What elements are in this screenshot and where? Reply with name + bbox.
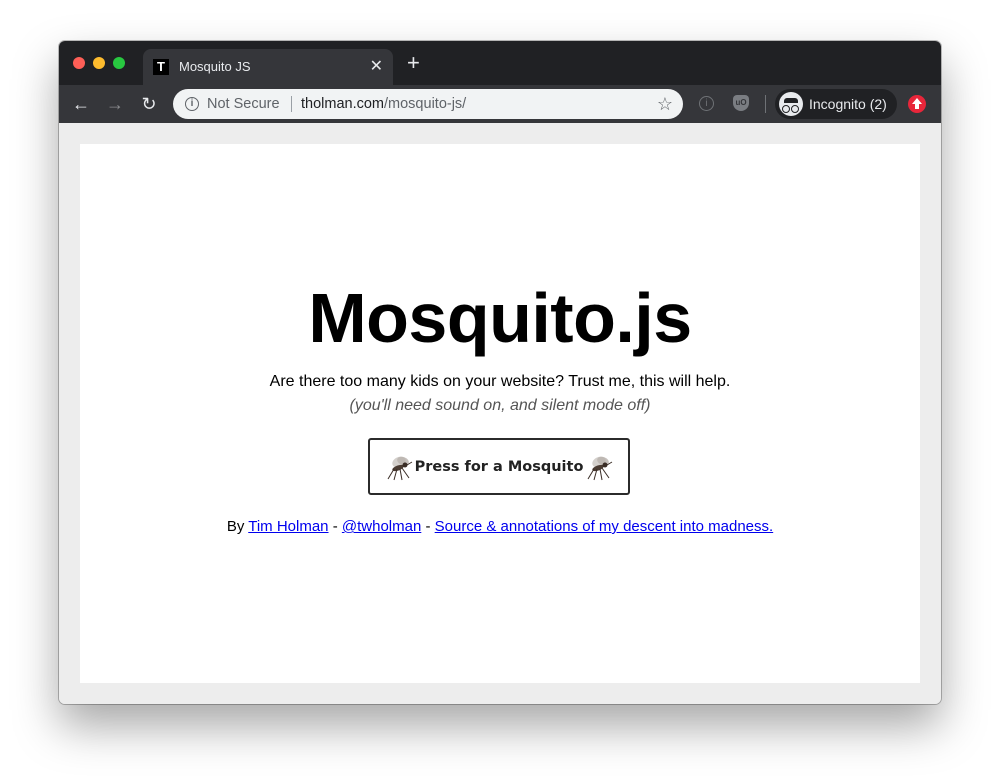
close-tab-icon[interactable]: ✕: [370, 56, 383, 76]
browser-window: T Mosquito JS ✕ + ← → ↻ i Not Secure tho…: [59, 41, 941, 704]
tagline: Are there too many kids on your website?…: [269, 373, 731, 390]
incognito-icon: [779, 92, 803, 116]
security-status[interactable]: Not Secure: [207, 96, 280, 112]
bookmark-star-icon[interactable]: ☆: [657, 94, 673, 115]
subtagline: (you'll need sound on, and silent mode o…: [349, 397, 651, 414]
viewport: Mosquito.js Are there too many kids on y…: [59, 123, 941, 704]
browser-toolbar: ← → ↻ i Not Secure tholman.com/mosquito-…: [59, 85, 941, 123]
reload-button[interactable]: ↻: [139, 94, 159, 114]
forward-button[interactable]: →: [105, 94, 125, 114]
byline-separator: -: [425, 518, 431, 535]
byline-prefix: By: [226, 518, 245, 535]
mosquito-icon: [587, 456, 613, 481]
new-tab-button[interactable]: +: [407, 52, 420, 74]
source-link[interactable]: Source & annotations of my descent into …: [435, 518, 774, 535]
incognito-profile-button[interactable]: Incognito (2): [775, 89, 897, 119]
url-text[interactable]: tholman.com/mosquito-js/: [301, 96, 466, 112]
toolbar-divider: [765, 95, 766, 113]
update-arrow-icon[interactable]: [908, 95, 926, 113]
incognito-label: Incognito (2): [809, 96, 887, 112]
info-icon[interactable]: i: [185, 97, 199, 111]
twitter-handle-link[interactable]: @twholman: [342, 518, 421, 535]
extension-info-icon[interactable]: i: [699, 96, 714, 111]
tab-title: Mosquito JS: [179, 59, 251, 74]
maximize-window-button[interactable]: [113, 57, 125, 69]
ublock-shield-icon[interactable]: uO: [733, 95, 749, 111]
byline-separator: -: [332, 518, 338, 535]
tab-strip: T Mosquito JS ✕ +: [59, 41, 941, 85]
minimize-window-button[interactable]: [93, 57, 105, 69]
url-path: /mosquito-js/: [384, 96, 467, 112]
page-title: Mosquito.js: [308, 279, 692, 357]
author-link[interactable]: Tim Holman: [248, 518, 328, 535]
favicon-icon: T: [153, 59, 169, 75]
mosquito-button[interactable]: Press for a Mosquito: [368, 438, 630, 495]
page-body: Mosquito.js Are there too many kids on y…: [80, 144, 920, 683]
byline: By Tim Holman - @twholman - Source & ann…: [80, 518, 920, 535]
back-button[interactable]: ←: [71, 94, 91, 114]
omnibox-divider: [291, 96, 292, 112]
url-host: tholman.com: [301, 96, 385, 112]
address-bar[interactable]: i Not Secure tholman.com/mosquito-js/ ☆: [173, 89, 683, 119]
tab-mosquito-js[interactable]: T Mosquito JS ✕: [143, 49, 393, 85]
close-window-button[interactable]: [73, 57, 85, 69]
